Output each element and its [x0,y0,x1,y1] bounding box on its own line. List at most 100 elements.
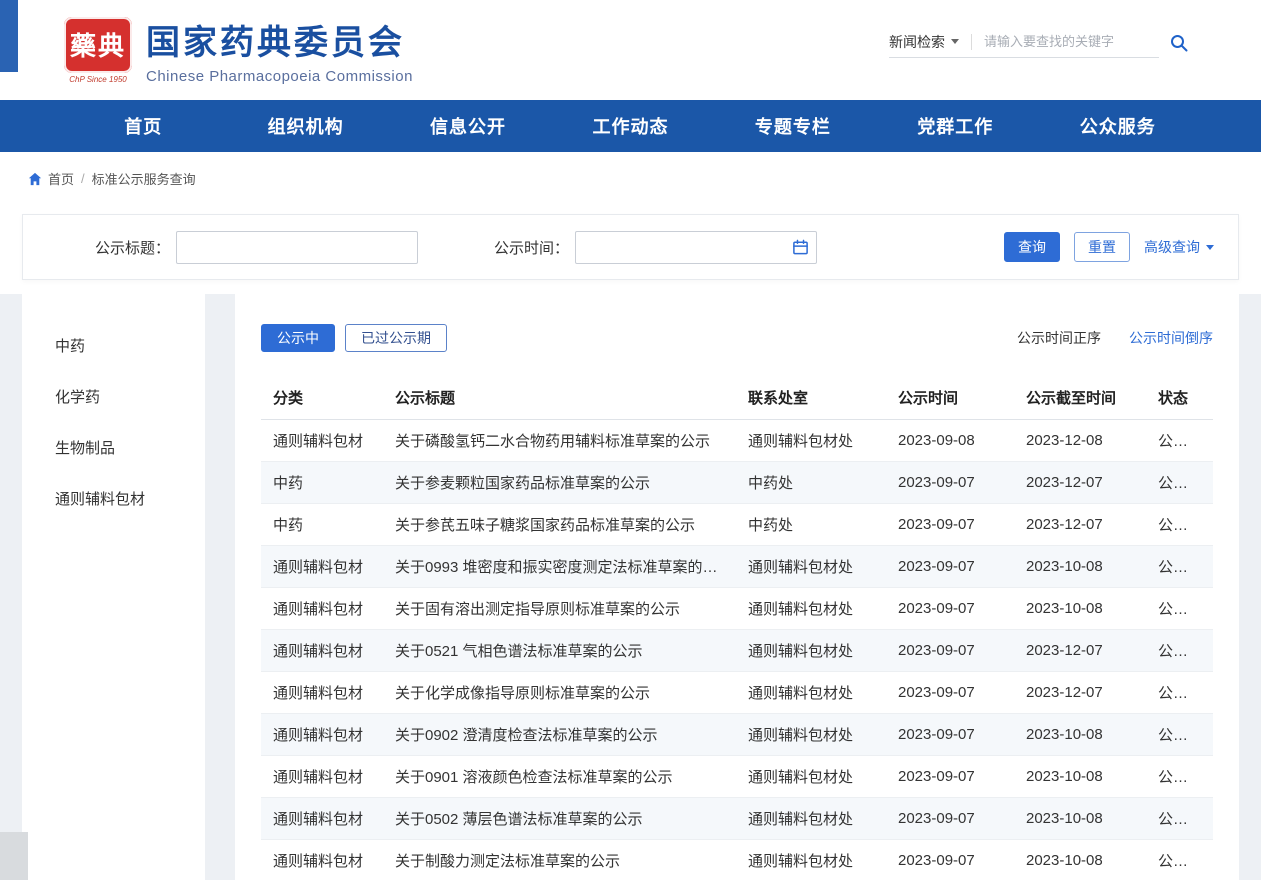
sidebar-item[interactable]: 中药 [22,320,205,371]
cell-start-date: 2023-09-07 [886,462,1014,504]
nav-item[interactable]: 工作动态 [549,100,711,152]
status-link[interactable]: 公示中 [1146,714,1213,756]
cell-start-date: 2023-09-07 [886,756,1014,798]
query-button[interactable]: 查询 [1004,232,1060,262]
site-logo[interactable]: 藥典 ChP Since 1950 [64,17,132,84]
cell-end-date: 2023-12-07 [1014,672,1146,714]
cell-category: 通则辅料包材 [261,756,383,798]
status-link[interactable]: 公示中 [1146,420,1213,462]
col-start-date: 公示时间 [886,376,1014,420]
table-body: 通则辅料包材 关于磷酸氢钙二水合物药用辅料标准草案的公示 通则辅料包材处 202… [261,420,1213,880]
search-divider [971,34,972,50]
cell-start-date: 2023-09-07 [886,546,1014,588]
notice-title-link[interactable]: 关于0502 薄层色谱法标准草案的公示 [383,798,736,840]
notice-title-link[interactable]: 关于参芪五味子糖浆国家药品标准草案的公示 [383,504,736,546]
status-link[interactable]: 公示中 [1146,672,1213,714]
status-link[interactable]: 公示中 [1146,798,1213,840]
cell-category: 通则辅料包材 [261,672,383,714]
cell-end-date: 2023-10-08 [1014,588,1146,630]
notice-title-link[interactable]: 关于0901 溶液颜色检查法标准草案的公示 [383,756,736,798]
floating-widget-partial[interactable] [0,832,28,880]
tab-active-notices[interactable]: 公示中 [261,324,335,352]
col-end-date: 公示截至时间 [1014,376,1146,420]
status-link[interactable]: 公示中 [1146,546,1213,588]
cell-office: 中药处 [736,504,886,546]
filter-title-input[interactable] [176,231,418,264]
main-nav: 首页 组织机构 信息公开 工作动态 专题专栏 党群工作 公众服务 [0,100,1261,152]
filter-date-input[interactable] [575,231,817,264]
cell-start-date: 2023-09-07 [886,840,1014,880]
status-link[interactable]: 公示中 [1146,504,1213,546]
table-row: 通则辅料包材 关于制酸力测定法标准草案的公示 通则辅料包材处 2023-09-0… [261,840,1213,880]
advanced-query-label: 高级查询 [1144,237,1200,257]
header-search-input[interactable] [984,34,1159,49]
cell-category: 通则辅料包材 [261,420,383,462]
sort-links: 公示时间正序 公示时间倒序 [1017,328,1213,348]
reset-button[interactable]: 重置 [1074,232,1130,262]
cell-end-date: 2023-12-08 [1014,420,1146,462]
sidebar-item[interactable]: 生物制品 [22,422,205,473]
nav-item[interactable]: 组织机构 [224,100,386,152]
cell-office: 通则辅料包材处 [736,630,886,672]
cell-office: 通则辅料包材处 [736,672,886,714]
table-row: 通则辅料包材 关于0901 溶液颜色检查法标准草案的公示 通则辅料包材处 202… [261,756,1213,798]
table-row: 通则辅料包材 关于0993 堆密度和振实密度测定法标准草案的公示 通则辅料包材处… [261,546,1213,588]
col-office: 联系处室 [736,376,886,420]
table-row: 通则辅料包材 关于0502 薄层色谱法标准草案的公示 通则辅料包材处 2023-… [261,798,1213,840]
cell-category: 通则辅料包材 [261,714,383,756]
notice-title-link[interactable]: 关于化学成像指导原则标准草案的公示 [383,672,736,714]
nav-inner: 首页 组织机构 信息公开 工作动态 专题专栏 党群工作 公众服务 [62,100,1199,152]
cell-start-date: 2023-09-07 [886,630,1014,672]
cell-office: 通则辅料包材处 [736,756,886,798]
table-header: 分类 公示标题 联系处室 公示时间 公示截至时间 状态 [261,376,1213,420]
notice-title-link[interactable]: 关于0902 澄清度检查法标准草案的公示 [383,714,736,756]
breadcrumb-home-link[interactable]: 首页 [28,169,74,188]
site-subtitle: Chinese Pharmacopoeia Commission [146,68,413,85]
table-row: 通则辅料包材 关于0521 气相色谱法标准草案的公示 通则辅料包材处 2023-… [261,630,1213,672]
category-sidebar: 中药 化学药 生物制品 通则辅料包材 [22,294,205,880]
cell-start-date: 2023-09-07 [886,588,1014,630]
cell-start-date: 2023-09-07 [886,504,1014,546]
notice-title-link[interactable]: 关于0993 堆密度和振实密度测定法标准草案的公示 [383,546,736,588]
nav-item[interactable]: 专题专栏 [712,100,874,152]
tab-expired-notices[interactable]: 已过公示期 [345,324,447,352]
cell-office: 中药处 [736,462,886,504]
nav-item[interactable]: 公众服务 [1037,100,1199,152]
cell-end-date: 2023-12-07 [1014,504,1146,546]
search-button[interactable] [1169,33,1189,53]
nav-item[interactable]: 信息公开 [387,100,549,152]
sort-ascending-link[interactable]: 公示时间正序 [1017,328,1101,348]
cell-end-date: 2023-12-07 [1014,630,1146,672]
nav-item[interactable]: 党群工作 [874,100,1036,152]
notice-title-link[interactable]: 关于参麦颗粒国家药品标准草案的公示 [383,462,736,504]
sidebar-item[interactable]: 通则辅料包材 [22,473,205,524]
notice-title-link[interactable]: 关于制酸力测定法标准草案的公示 [383,840,736,880]
status-link[interactable]: 公示中 [1146,840,1213,880]
notice-title-link[interactable]: 关于0521 气相色谱法标准草案的公示 [383,630,736,672]
status-link[interactable]: 公示中 [1146,462,1213,504]
cell-end-date: 2023-10-08 [1014,798,1146,840]
search-category-dropdown[interactable]: 新闻检索 [889,32,959,52]
cell-end-date: 2023-10-08 [1014,714,1146,756]
cell-office: 通则辅料包材处 [736,798,886,840]
notice-title-link[interactable]: 关于磷酸氢钙二水合物药用辅料标准草案的公示 [383,420,736,462]
filter-panel: 公示标题： 公示时间： 查询 重置 高级查询 [22,214,1239,280]
notice-panel: 公示中 已过公示期 公示时间正序 公示时间倒序 分类 公示标题 联系处室 [235,294,1239,880]
advanced-query-link[interactable]: 高级查询 [1144,237,1214,257]
sidebar-item[interactable]: 化学药 [22,371,205,422]
cell-office: 通则辅料包材处 [736,546,886,588]
sort-descending-link[interactable]: 公示时间倒序 [1129,328,1213,348]
nav-item[interactable]: 首页 [62,100,224,152]
cell-category: 通则辅料包材 [261,630,383,672]
calendar-icon[interactable] [792,239,809,261]
cell-end-date: 2023-10-08 [1014,546,1146,588]
status-link[interactable]: 公示中 [1146,756,1213,798]
table-row: 通则辅料包材 关于化学成像指导原则标准草案的公示 通则辅料包材处 2023-09… [261,672,1213,714]
cell-start-date: 2023-09-07 [886,798,1014,840]
status-link[interactable]: 公示中 [1146,630,1213,672]
panel-toolbar: 公示中 已过公示期 公示时间正序 公示时间倒序 [261,324,1213,352]
status-link[interactable]: 公示中 [1146,588,1213,630]
cell-office: 通则辅料包材处 [736,420,886,462]
col-status: 状态 [1146,376,1213,420]
notice-title-link[interactable]: 关于固有溶出测定指导原则标准草案的公示 [383,588,736,630]
